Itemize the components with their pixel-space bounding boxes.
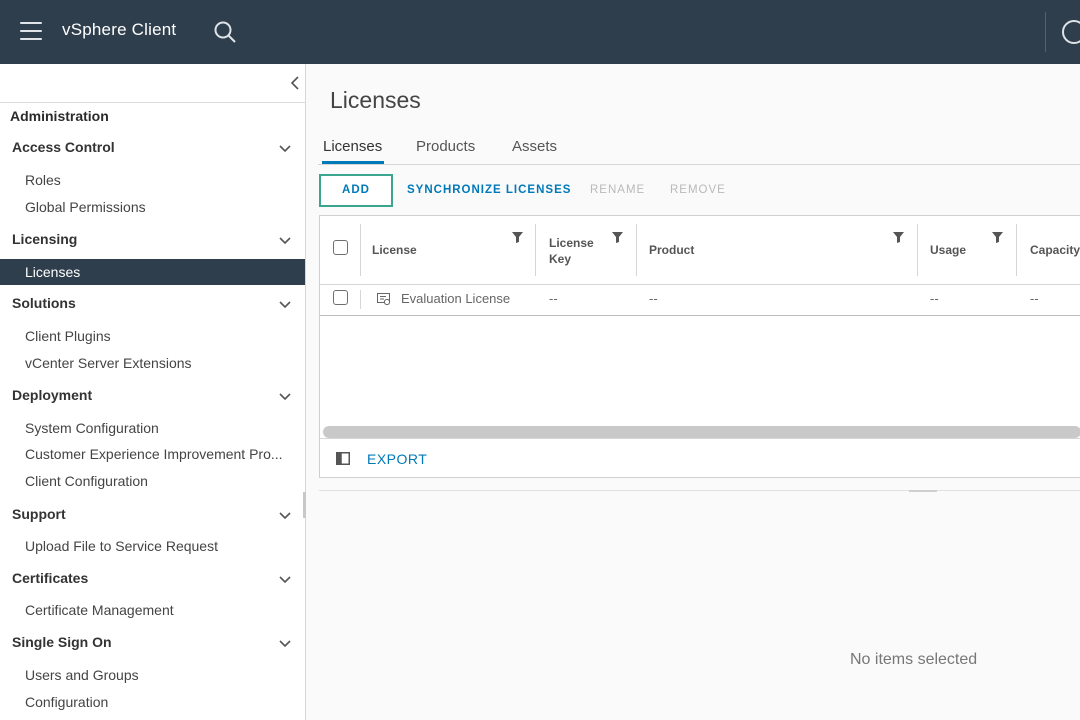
sidebar-item-client-plugins[interactable]: Client Plugins (25, 328, 111, 344)
chevron-down-icon[interactable] (278, 639, 292, 649)
sidebar-divider (0, 102, 306, 103)
sidebar-item-roles[interactable]: Roles (25, 172, 61, 188)
rename-button[interactable]: RENAME (590, 184, 645, 196)
sidebar-section-access-control[interactable]: Access Control (12, 139, 115, 155)
filter-icon[interactable] (992, 232, 1003, 243)
chevron-down-icon[interactable] (278, 236, 292, 246)
grid-footer-divider (320, 438, 1080, 439)
column-header-license-key[interactable]: License Key (549, 235, 594, 267)
top-header: vSphere Client (0, 0, 1080, 64)
sidebar-item-label: Licenses (25, 264, 81, 280)
column-header-license[interactable]: License (372, 242, 417, 258)
chevron-down-icon[interactable] (278, 300, 292, 310)
column-header-capacity[interactable]: Capacity (1030, 242, 1080, 258)
sidebar-item-client-configuration[interactable]: Client Configuration (25, 473, 148, 489)
tab-assets[interactable]: Assets (512, 138, 557, 155)
column-header-product[interactable]: Product (649, 242, 694, 258)
sidebar-section-single-sign-on[interactable]: Single Sign On (12, 634, 112, 650)
sidebar-item-system-configuration[interactable]: System Configuration (25, 420, 159, 436)
column-divider (360, 224, 361, 276)
chevron-down-icon[interactable] (278, 511, 292, 521)
cell-capacity: -- (1030, 291, 1039, 306)
cell-product: -- (649, 291, 658, 306)
cell-license-key: -- (549, 291, 558, 306)
sidebar-item-global-permissions[interactable]: Global Permissions (25, 199, 146, 215)
sidebar: Administration Access Control Roles Glob… (0, 64, 306, 720)
row-checkbox[interactable] (333, 290, 348, 305)
cell-usage: -- (930, 291, 939, 306)
page-title: Licenses (330, 87, 421, 113)
user-icon[interactable] (1062, 20, 1080, 44)
sidebar-root-administration: Administration (10, 108, 109, 124)
export-button[interactable]: EXPORT (367, 451, 427, 467)
sidebar-section-certificates[interactable]: Certificates (12, 570, 88, 586)
sidebar-item-users-and-groups[interactable]: Users and Groups (25, 667, 139, 683)
grid-header: License License Key Product Usage Capaci… (320, 216, 1080, 285)
licenses-grid: License License Key Product Usage Capaci… (319, 215, 1080, 478)
sidebar-item-upload-file[interactable]: Upload File to Service Request (25, 538, 218, 554)
search-icon[interactable] (213, 20, 237, 44)
menu-icon[interactable] (20, 22, 42, 40)
sidebar-section-solutions[interactable]: Solutions (12, 295, 76, 311)
filter-icon[interactable] (612, 232, 623, 243)
add-button[interactable]: ADD (319, 174, 393, 207)
sidebar-section-support[interactable]: Support (12, 506, 66, 522)
filter-icon[interactable] (512, 232, 523, 243)
column-resize-handle[interactable] (636, 224, 637, 276)
chevron-down-icon[interactable] (278, 392, 292, 402)
sidebar-section-licensing[interactable]: Licensing (12, 231, 77, 247)
tab-products[interactable]: Products (416, 138, 475, 155)
select-all-checkbox[interactable] (333, 240, 348, 255)
column-divider (360, 290, 361, 309)
license-icon (377, 293, 391, 306)
filter-icon[interactable] (893, 232, 904, 243)
no-selection-message: No items selected (850, 651, 978, 668)
detail-pane-divider (319, 490, 1080, 491)
app-title[interactable]: vSphere Client (62, 20, 176, 40)
chevron-down-icon[interactable] (278, 144, 292, 154)
sidebar-item-licenses[interactable]: Licenses (0, 259, 305, 285)
column-toggle-icon[interactable] (336, 452, 350, 465)
column-header-usage[interactable]: Usage (930, 242, 966, 258)
column-resize-handle[interactable] (1016, 224, 1017, 276)
column-resize-handle[interactable] (917, 224, 918, 276)
synchronize-licenses-button[interactable]: SYNCHRONIZE LICENSES (407, 184, 571, 196)
sidebar-section-deployment[interactable]: Deployment (12, 387, 92, 403)
remove-button[interactable]: REMOVE (670, 184, 726, 196)
chevron-down-icon[interactable] (278, 575, 292, 585)
collapse-sidebar-icon[interactable] (288, 75, 302, 91)
tab-licenses[interactable]: Licenses (323, 138, 382, 155)
main-content: Licenses Licenses Products Assets ADD SY… (306, 64, 1080, 720)
table-row[interactable]: Evaluation License -- -- -- -- (320, 284, 1080, 316)
sidebar-item-customer-experience[interactable]: Customer Experience Improvement Pro... (25, 446, 283, 462)
split-pane-handle[interactable] (909, 490, 937, 492)
sidebar-item-certificate-management[interactable]: Certificate Management (25, 602, 174, 618)
horizontal-scrollbar[interactable] (323, 426, 1080, 438)
tabs-divider (318, 164, 1080, 165)
sidebar-item-vcenter-server-extensions[interactable]: vCenter Server Extensions (25, 355, 192, 371)
sidebar-item-configuration[interactable]: Configuration (25, 694, 108, 710)
header-divider (1045, 12, 1046, 52)
cell-license[interactable]: Evaluation License (401, 291, 510, 306)
column-resize-handle[interactable] (535, 224, 536, 276)
